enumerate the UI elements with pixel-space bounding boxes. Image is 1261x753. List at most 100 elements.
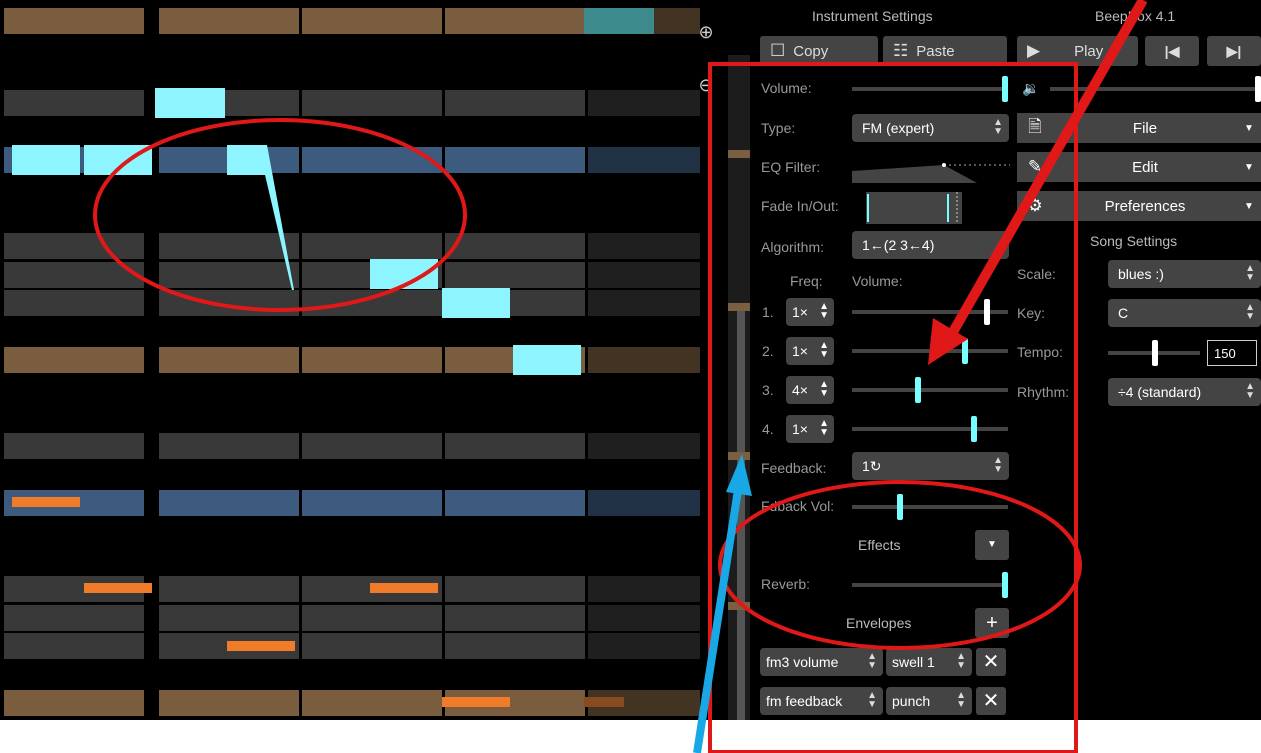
play-label: Play (1074, 42, 1104, 60)
chevron-down-icon: ▼ (1244, 122, 1254, 134)
envelope-shape-select[interactable]: punch ▲ ▼ (886, 687, 972, 715)
operator-volume-slider[interactable] (852, 338, 1008, 364)
octave-marker (728, 303, 750, 311)
copy-icon: ☐ (770, 41, 786, 60)
play-icon: ▶ (1027, 41, 1041, 60)
tempo-input[interactable]: 150 (1207, 340, 1257, 366)
skip-forward-icon: ▶| (1226, 42, 1242, 59)
envelope-target-select[interactable]: fm feedback ▲ ▼ (760, 687, 883, 715)
slider-thumb[interactable] (984, 299, 990, 325)
envelope-shape-select[interactable]: swell 1 ▲ ▼ (886, 648, 972, 676)
remove-envelope-button[interactable]: ✕ (976, 687, 1006, 715)
rhythm-select[interactable]: ÷4 (standard) ▲ ▼ (1108, 378, 1261, 406)
slider-thumb[interactable] (1002, 76, 1008, 102)
app-version: BeepBox 4.1 (1095, 8, 1176, 24)
updown-arrow-icon: ▲ ▼ (867, 690, 877, 710)
operator-frequency-value: 1× (792, 421, 808, 437)
instrument-settings-title: Instrument Settings (812, 8, 933, 24)
key-select[interactable]: C ▲ ▼ (1108, 299, 1261, 327)
envelope-target-value: fm feedback (766, 693, 843, 709)
close-icon: ✕ (982, 690, 1000, 712)
freq-header: Freq: (790, 273, 823, 289)
volume-label: Volume: (761, 80, 812, 96)
master-volume-slider[interactable] (1050, 76, 1261, 102)
updown-arrow-icon: ▲ ▼ (867, 651, 877, 671)
pitch-bend-note[interactable] (0, 0, 700, 720)
eq-filter-editor[interactable] (852, 155, 1010, 187)
feedback-volume-slider[interactable] (852, 494, 1008, 520)
rhythm-label: Rhythm: (1017, 384, 1070, 400)
operator-frequency-select[interactable]: 4× ▲ ▼ (786, 376, 834, 404)
slider-thumb[interactable] (1152, 340, 1158, 366)
octave-scroll-thumb[interactable] (737, 305, 745, 720)
instrument-type-value: FM (expert) (862, 120, 935, 136)
fdback-vol-label: Fdback Vol: (761, 498, 835, 514)
scale-value: blues :) (1118, 266, 1164, 282)
operator-volume-slider[interactable] (852, 416, 1008, 442)
reverb-label: Reverb: (761, 576, 811, 592)
algorithm-value: 1←(2 3←4) (862, 237, 935, 253)
slider-thumb[interactable] (1255, 76, 1261, 102)
remove-envelope-button[interactable]: ✕ (976, 648, 1006, 676)
close-icon: ✕ (982, 651, 1000, 673)
paste-label: Paste (916, 42, 955, 60)
copy-button[interactable]: ☐ Copy (760, 36, 878, 66)
instrument-volume-slider[interactable] (852, 76, 1008, 102)
scale-label: Scale: (1017, 266, 1056, 282)
updown-arrow-icon: ▲ ▼ (1245, 263, 1255, 283)
pencil-icon: ✎ (1027, 157, 1043, 176)
operator-frequency-select[interactable]: 1× ▲ ▼ (786, 415, 834, 443)
file-menu[interactable]: 🗎 File ▼ (1017, 113, 1261, 143)
updown-arrow-icon: ▲ ▼ (819, 340, 829, 360)
updown-arrow-icon: ▲ ▼ (1245, 302, 1255, 322)
key-value: C (1118, 305, 1129, 321)
operator-index: 2. (762, 343, 774, 359)
file-icon: 🗎 (1028, 116, 1042, 136)
updown-arrow-icon: ▲ ▼ (956, 651, 966, 671)
updown-arrow-icon: ▲ ▼ (1245, 381, 1255, 401)
operator-frequency-select[interactable]: 1× ▲ ▼ (786, 298, 834, 326)
paste-button[interactable]: ☷ Paste (883, 36, 1007, 66)
previous-bar-button[interactable]: |◀ (1145, 36, 1199, 66)
reverb-slider[interactable] (852, 572, 1008, 598)
effects-dropdown-button[interactable]: ▼ (975, 530, 1009, 560)
operator-volume-slider[interactable] (852, 299, 1008, 325)
envelopes-label: Envelopes (846, 615, 912, 631)
slider-thumb[interactable] (962, 338, 968, 364)
piano-roll[interactable] (0, 0, 700, 720)
add-envelope-button[interactable]: + (975, 608, 1009, 638)
operator-frequency-select[interactable]: 1× ▲ ▼ (786, 337, 834, 365)
algorithm-select[interactable]: 1←(2 3←4) (852, 231, 1009, 259)
envelope-target-select[interactable]: fm3 volume ▲ ▼ (760, 648, 883, 676)
play-button[interactable]: ▶ Play (1017, 36, 1138, 66)
paste-icon: ☷ (893, 41, 909, 60)
slider-thumb[interactable] (897, 494, 903, 520)
octave-marker (728, 452, 750, 460)
slider-thumb[interactable] (915, 377, 921, 403)
feedback-select[interactable]: 1↻ ▲ ▼ (852, 452, 1009, 480)
edit-menu[interactable]: ✎ Edit ▼ (1017, 152, 1261, 182)
updown-arrow-icon: ▲ ▼ (956, 690, 966, 710)
updown-arrow-icon: ▲ ▼ (993, 117, 1003, 137)
zoom-out-icon[interactable]: ⊖ (694, 73, 718, 97)
updown-arrow-icon: ▲ ▼ (819, 301, 829, 321)
operator-volume-slider[interactable] (852, 377, 1008, 403)
key-label: Key: (1017, 305, 1046, 321)
octave-marker (728, 150, 750, 158)
preferences-menu[interactable]: ⚙ Preferences ▼ (1017, 191, 1261, 221)
instrument-type-select[interactable]: FM (expert) ▲ ▼ (852, 114, 1009, 142)
slider-thumb[interactable] (971, 416, 977, 442)
next-bar-button[interactable]: ▶| (1207, 36, 1261, 66)
envelope-shape-value: swell 1 (892, 654, 935, 670)
scale-select[interactable]: blues :) ▲ ▼ (1108, 260, 1261, 288)
octave-marker (728, 602, 750, 610)
slider-thumb[interactable] (1002, 572, 1008, 598)
skip-back-icon: |◀ (1164, 42, 1180, 59)
zoom-in-icon[interactable]: ⊕ (694, 20, 718, 44)
eq-filter-label: EQ Filter: (761, 159, 821, 175)
operator-frequency-value: 4× (792, 382, 808, 398)
fade-in-out-editor[interactable] (852, 192, 962, 224)
preferences-menu-label: Preferences (1104, 197, 1186, 215)
operator-volume-header: Volume: (852, 273, 903, 289)
tempo-slider[interactable] (1108, 340, 1200, 366)
